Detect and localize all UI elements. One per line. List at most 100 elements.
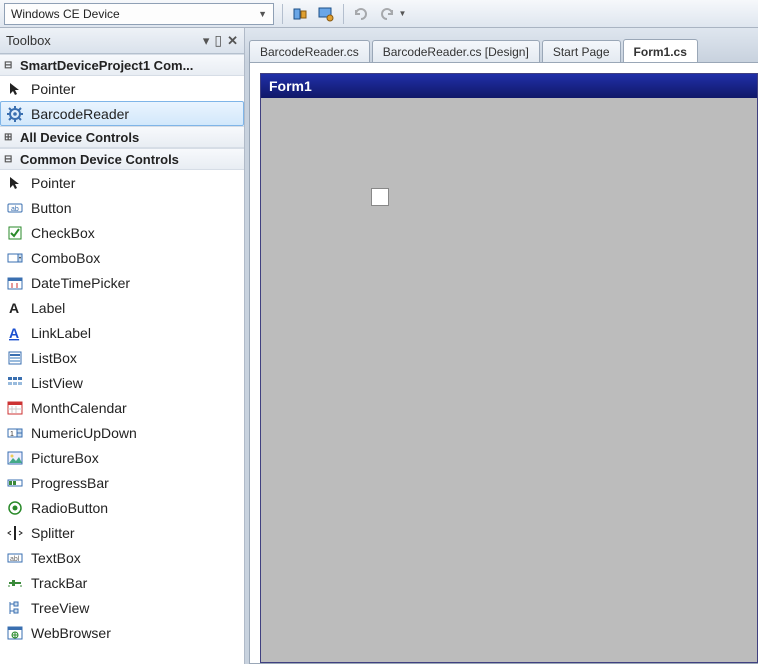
checkbox-icon [7,225,23,241]
pin-icon[interactable]: ▯ [214,32,222,49]
toolbox-item-label: WebBrowser [31,625,111,641]
toolbox-item-label: Button [31,200,71,216]
toolbox-item-label: BarcodeReader [31,106,129,122]
toolbox-group-label: SmartDeviceProject1 Com... [20,58,193,73]
toolbox-group-commondevice[interactable]: ⊟Common Device Controls [0,148,244,170]
tab-label: Form1.cs [634,45,687,59]
toolbox-item-progressbar[interactable]: ProgressBar [0,470,244,495]
listbox-icon [7,350,23,366]
form-title-text: Form1 [269,78,312,94]
svg-text:A: A [9,325,19,341]
top-toolbar: Windows CE Device ▼ ▼ [0,0,758,28]
pointer-icon [7,175,23,191]
toolbox-item-label: MonthCalendar [31,400,127,416]
toolbox-item-listbox[interactable]: ListBox [0,345,244,370]
toolbox-item-numericupdown[interactable]: 1 NumericUpDown [0,420,244,445]
toolbox-panel: Toolbox ▾ ▯ ✕ ⊟ SmartDeviceProject1 Com..… [0,28,245,664]
combobox-icon [7,250,23,266]
plus-icon: ⊞ [4,132,16,143]
datetime-icon [7,275,23,291]
toolbox-item-label: TrackBar [31,575,87,591]
device-combo[interactable]: Windows CE Device ▼ [4,3,274,25]
toolbox-item-textbox[interactable]: abl TextBox [0,545,244,570]
document-tabs: BarcodeReader.cs BarcodeReader.cs [Design… [245,28,758,62]
toolbox-item-label: PictureBox [31,450,99,466]
toolbox-item-splitter[interactable]: Splitter [0,520,244,545]
design-surface[interactable]: Form1 [249,62,758,664]
rotate-right-button[interactable] [375,3,399,25]
toolbox-item-label: CheckBox [31,225,95,241]
form-window[interactable]: Form1 [260,73,758,663]
toolbox-item-monthcalendar[interactable]: MonthCalendar [0,395,244,420]
toolbox-group-smartdevice[interactable]: ⊟ SmartDeviceProject1 Com... [0,54,244,76]
form-canvas[interactable] [261,98,757,662]
treeview-icon [7,600,23,616]
document-tab[interactable]: BarcodeReader.cs [249,40,370,62]
toolbox-item-label: ListView [31,375,83,391]
toolbox-item-checkbox[interactable]: CheckBox [0,220,244,245]
document-tab[interactable]: BarcodeReader.cs [Design] [372,40,540,62]
toolbox-title-bar: Toolbox ▾ ▯ ✕ [0,28,244,54]
rotate-left-button[interactable] [349,3,373,25]
toolbox-item-linklabel[interactable]: A LinkLabel [0,320,244,345]
svg-text:A: A [9,300,19,316]
toolbar-dropdown-icon[interactable]: ▼ [398,9,407,18]
toolbox-item-label[interactable]: A Label [0,295,244,320]
toolbar-separator [343,4,344,24]
toolbox-item-trackbar[interactable]: TrackBar [0,570,244,595]
document-tab[interactable]: Form1.cs [623,39,698,63]
toolbox-item-datetimepicker[interactable]: DateTimePicker [0,270,244,295]
toolbox-item-label: ListBox [31,350,77,366]
toolbox-item-label: Pointer [31,175,75,191]
toolbox-item-label: DateTimePicker [31,275,130,291]
tab-label: BarcodeReader.cs [Design] [383,45,529,59]
numeric-icon: 1 [7,425,23,441]
toolbar-separator [282,4,283,24]
close-icon[interactable]: ✕ [227,33,238,49]
form-title-bar: Form1 [261,74,757,98]
placed-control[interactable] [371,188,389,206]
progress-icon [7,475,23,491]
toolbox-item-combobox[interactable]: ComboBox [0,245,244,270]
gear-icon [7,106,23,122]
calendar-icon [7,400,23,416]
toolbox-group-label: Common Device Controls [20,152,179,167]
tab-label: BarcodeReader.cs [260,45,359,59]
button-icon: ab [7,200,23,216]
device-combo-text: Windows CE Device [11,7,120,21]
toolbox-title: Toolbox [6,33,51,48]
toolbox-item-button[interactable]: ab Button [0,195,244,220]
connect-device-button[interactable] [288,3,312,25]
toolbox-item-treeview[interactable]: TreeView [0,595,244,620]
toolbox-item-webbrowser[interactable]: WebBrowser [0,620,244,645]
document-tab[interactable]: Start Page [542,40,621,62]
toolbox-item-barcodereader[interactable]: BarcodeReader [0,101,244,126]
textbox-icon: abl [7,550,23,566]
minus-icon: ⊟ [4,60,16,71]
toolbox-item-label: Pointer [31,81,75,97]
svg-text:ab: ab [11,206,19,213]
svg-text:abl: abl [10,556,20,563]
toolbox-item-pointer2[interactable]: Pointer [0,170,244,195]
toolbox-item-label: Label [31,300,65,316]
radio-icon [7,500,23,516]
linklabel-icon: A [7,325,23,341]
designer-area: BarcodeReader.cs BarcodeReader.cs [Design… [245,28,758,664]
splitter-icon [7,525,23,541]
toolbox-item-listview[interactable]: ListView [0,370,244,395]
toolbox-group-label: All Device Controls [20,130,139,145]
device-options-button[interactable] [314,3,338,25]
toolbox-body: ⊟ SmartDeviceProject1 Com... Pointer Barcod… [0,54,244,664]
toolbox-item-pointer1[interactable]: Pointer [0,76,244,101]
toolbox-item-label: TextBox [31,550,81,566]
toolbox-group-alldevice[interactable]: ⊞ All Device Controls [0,126,244,148]
toolbox-item-picturebox[interactable]: PictureBox [0,445,244,470]
tab-label: Start Page [553,45,610,59]
toolbox-item-label: NumericUpDown [31,425,137,441]
toolbox-item-label: LinkLabel [31,325,91,341]
toolbox-item-radiobutton[interactable]: RadioButton [0,495,244,520]
chevron-down-icon: ▼ [258,9,267,19]
pointer-icon [7,81,23,97]
toolbox-item-label: ProgressBar [31,475,109,491]
toolbox-menu-icon[interactable]: ▾ [203,33,210,49]
